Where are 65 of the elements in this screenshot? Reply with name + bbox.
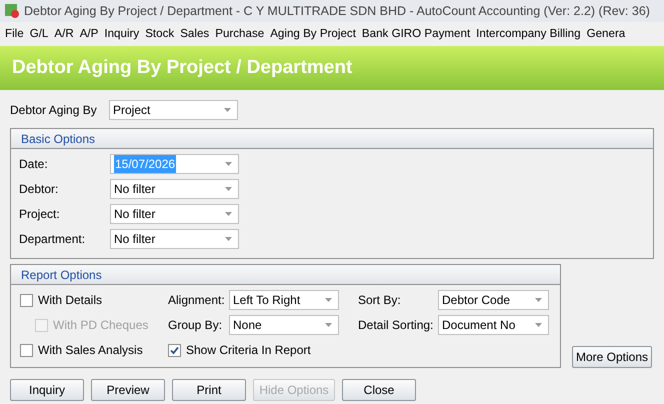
dropdown-field[interactable]: No filter (110, 204, 239, 224)
caret-icon (225, 237, 232, 241)
dropdown-field[interactable]: Project (109, 100, 238, 120)
menu-item[interactable]: Genera (584, 25, 628, 43)
field-value: Left To Right (233, 292, 300, 309)
caret-icon (325, 298, 332, 302)
menu-item[interactable]: G/L (26, 25, 52, 43)
menu-item[interactable]: A/R (51, 25, 77, 43)
dropdown-field[interactable]: No filter (110, 229, 239, 249)
checkbox-label: Show Criteria In Report (186, 342, 311, 359)
menu-item[interactable]: Bank GIRO Payment (358, 25, 474, 43)
action-button[interactable]: Close (342, 379, 416, 401)
menu-item[interactable]: Sales (177, 25, 212, 43)
field-label: Department: (19, 231, 86, 248)
field-label: Group By: (168, 317, 224, 334)
field-value: No filter (114, 231, 156, 248)
field-label: Debtor Aging By (10, 102, 98, 119)
field-value: None (233, 317, 262, 334)
caret-icon (225, 187, 232, 191)
field-value: 15/07/2026 (114, 155, 176, 173)
field-value: No filter (114, 206, 156, 223)
menu-item[interactable]: Intercompany Billing (473, 25, 584, 43)
menu-item[interactable]: File (2, 25, 27, 43)
checkbox[interactable] (20, 344, 33, 356)
window-title: Debtor Aging By Project / Department - C Y MULTITRADE SDN BHD - AutoCount Accounting (Ver: 2.2) (Rev: 36) (24, 2, 650, 20)
dropdown-field[interactable]: Debtor Code (438, 290, 549, 310)
field-label: Detail Sorting: (358, 317, 434, 334)
action-button[interactable]: Preview (91, 379, 165, 401)
field-label: Sort By: (358, 292, 402, 309)
panel-header: Basic Options (11, 129, 653, 149)
field-label: Project: (19, 206, 61, 223)
menu-item[interactable]: Aging By Project (267, 25, 359, 43)
dropdown-field[interactable]: Document No (438, 315, 549, 335)
dropdown-field[interactable]: None (229, 315, 339, 335)
title-banner: Debtor Aging By Project / Department (0, 46, 664, 90)
checkbox[interactable] (20, 294, 33, 306)
menu-item[interactable]: Stock (142, 25, 178, 43)
app-icon (4, 3, 20, 19)
caret-icon (224, 108, 231, 112)
checkmark-icon (170, 346, 179, 354)
dropdown-field[interactable]: Left To Right (229, 290, 339, 310)
menu-item[interactable]: Inquiry (101, 25, 142, 43)
caret-icon (325, 323, 332, 327)
menu-item[interactable]: Purchase (212, 25, 268, 43)
caret-icon (225, 212, 232, 216)
checkbox-label: With Details (38, 292, 102, 309)
dropdown-field[interactable]: No filter (110, 179, 239, 199)
field-value: No filter (114, 181, 156, 198)
field-label: Debtor: (19, 181, 60, 198)
field-label: Alignment: (168, 292, 226, 309)
checkbox-label: With PD Cheques (53, 317, 148, 334)
caret-icon (535, 323, 542, 327)
field-value: Debtor Code (442, 292, 510, 309)
field-value: Project (113, 102, 150, 119)
caret-icon (225, 162, 232, 166)
checkbox-label: With Sales Analysis (38, 342, 143, 359)
menu-item[interactable]: A/P (76, 25, 102, 43)
action-button[interactable]: Print (172, 379, 246, 401)
action-button[interactable]: Inquiry (10, 379, 84, 401)
checkbox[interactable] (168, 344, 181, 356)
action-button[interactable]: More Options (572, 346, 652, 368)
panel-header: Report Options (11, 265, 560, 285)
field-value: Document No (442, 317, 516, 334)
field-label: Date: (19, 156, 49, 173)
caret-icon (535, 298, 542, 302)
